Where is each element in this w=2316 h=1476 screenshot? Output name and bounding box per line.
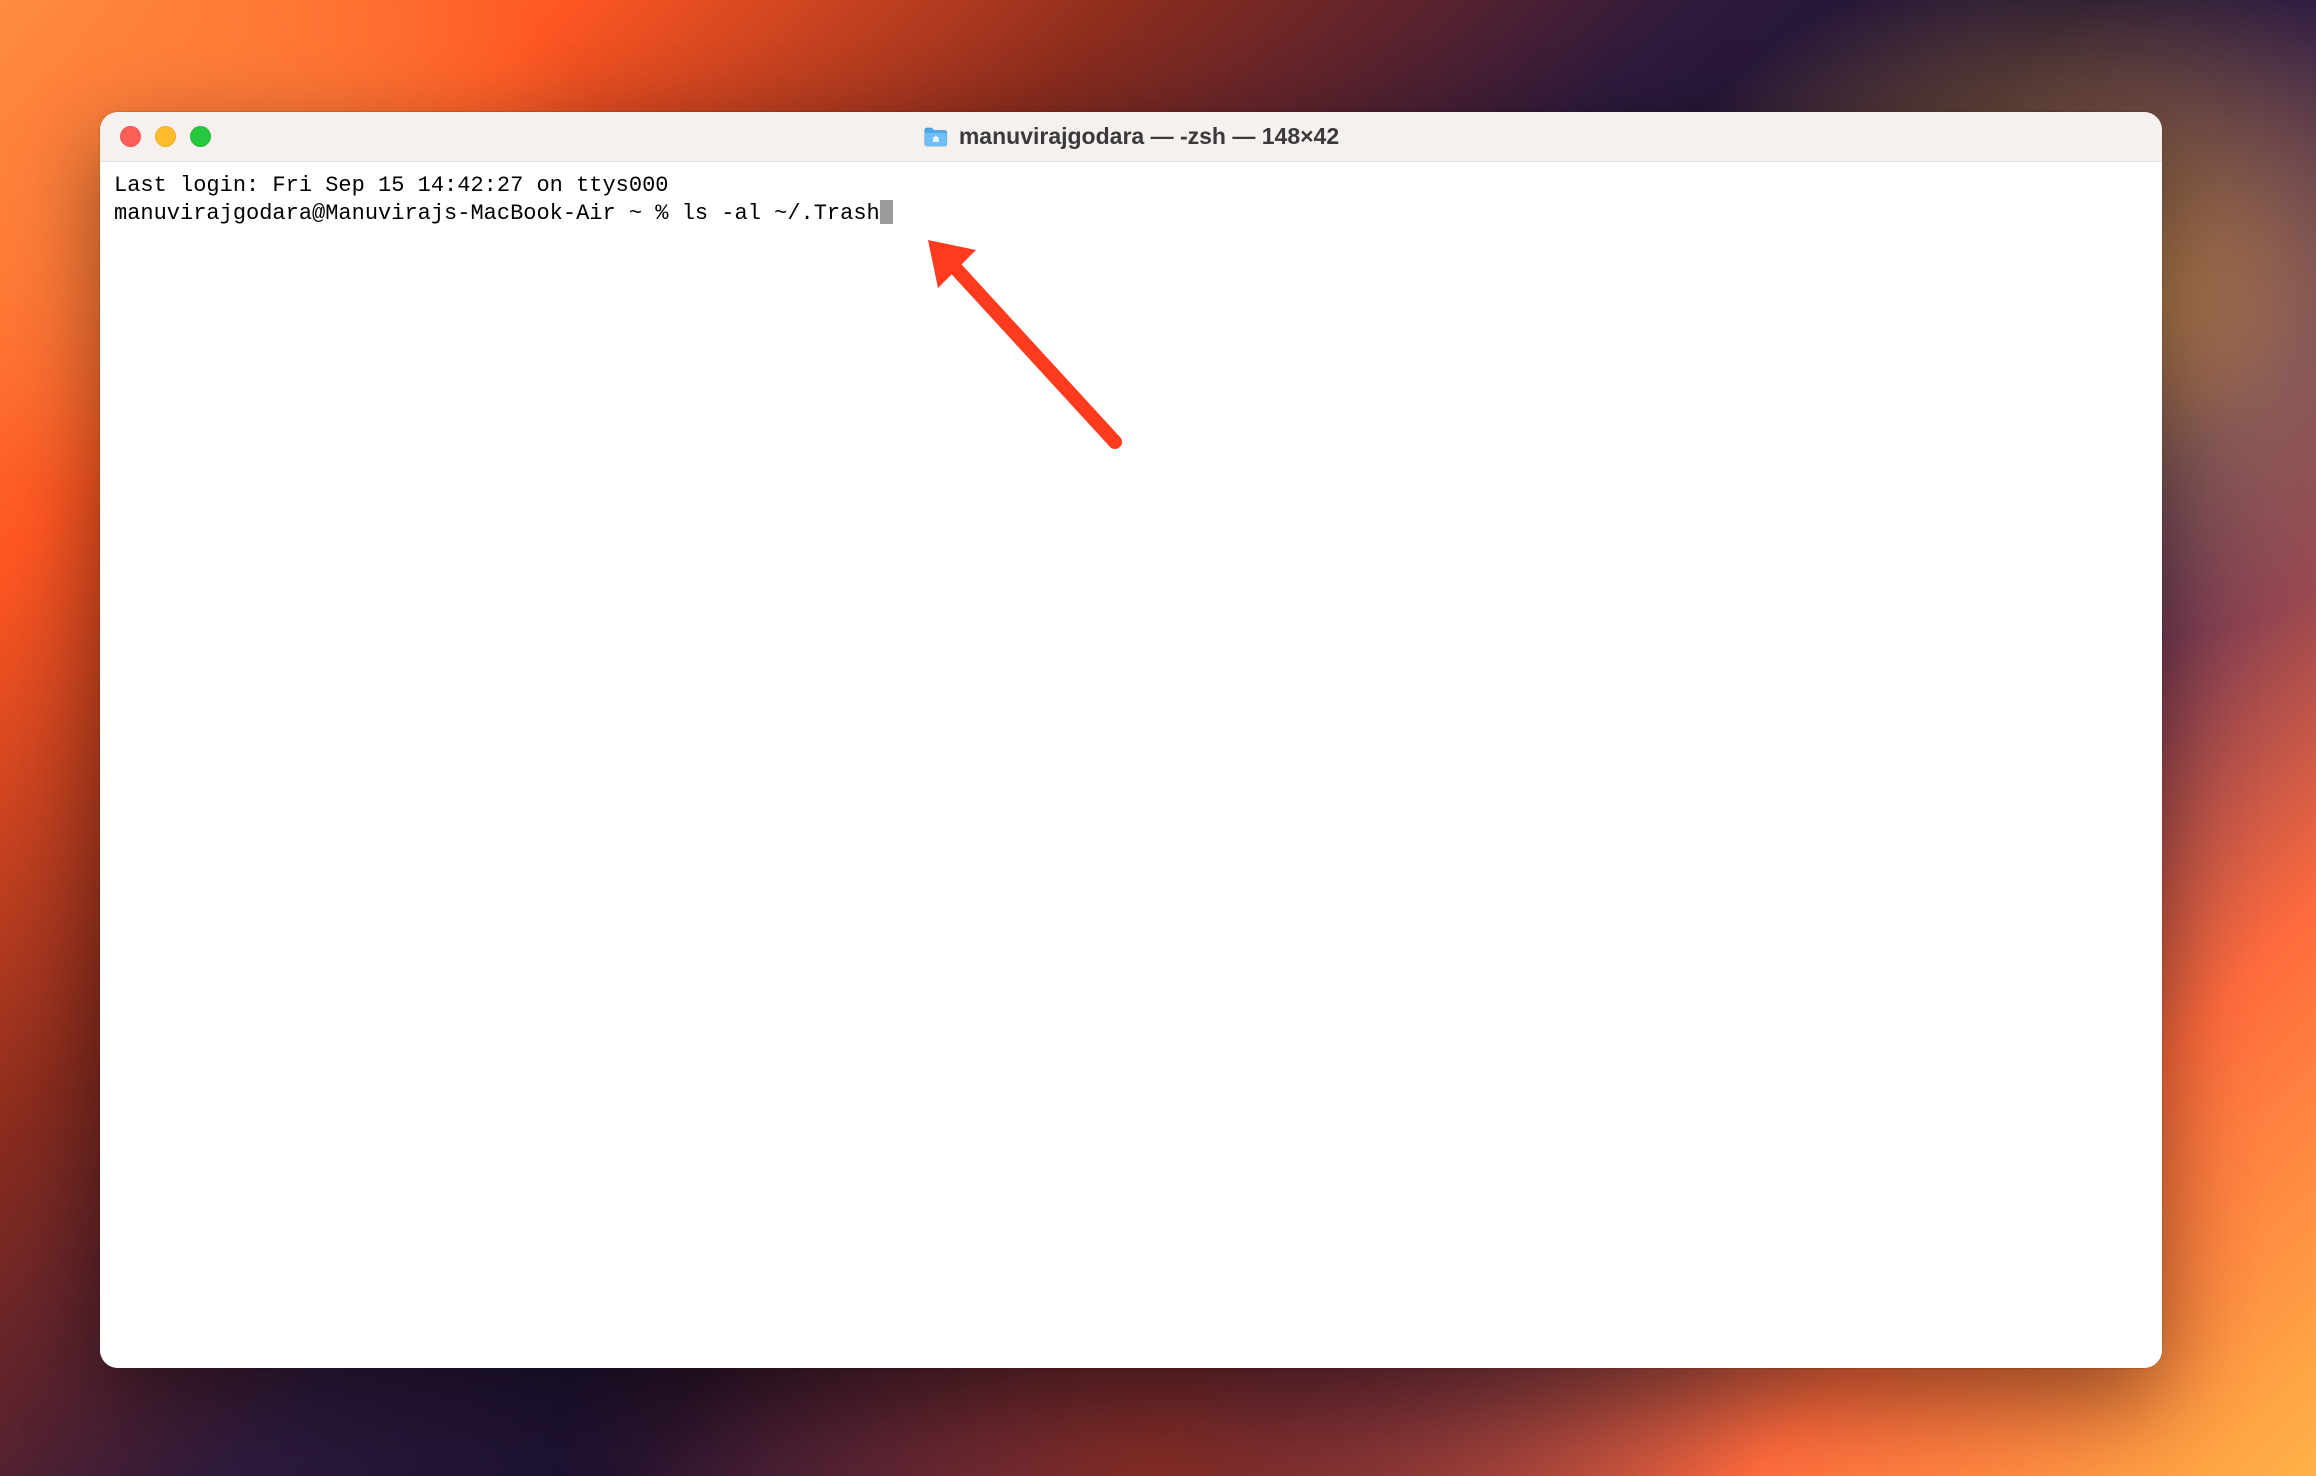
close-button[interactable]	[120, 126, 141, 147]
last-login-line: Last login: Fri Sep 15 14:42:27 on ttys0…	[114, 172, 2148, 200]
window-title: manuvirajgodara — -zsh — 148×42	[923, 123, 1339, 150]
terminal-window: manuvirajgodara — -zsh — 148×42 Last log…	[100, 112, 2162, 1368]
minimize-button[interactable]	[155, 126, 176, 147]
window-title-text: manuvirajgodara — -zsh — 148×42	[959, 123, 1339, 150]
terminal-cursor	[880, 200, 893, 224]
maximize-button[interactable]	[190, 126, 211, 147]
window-title-bar[interactable]: manuvirajgodara — -zsh — 148×42	[100, 112, 2162, 162]
prompt-line: manuvirajgodara@Manuvirajs-MacBook-Air ~…	[114, 200, 2148, 228]
typed-command: ls -al ~/.Trash	[682, 200, 880, 228]
window-controls	[100, 126, 211, 147]
shell-prompt: manuvirajgodara@Manuvirajs-MacBook-Air ~…	[114, 200, 682, 228]
folder-home-icon	[923, 126, 949, 148]
terminal-content-area[interactable]: Last login: Fri Sep 15 14:42:27 on ttys0…	[100, 162, 2162, 1368]
